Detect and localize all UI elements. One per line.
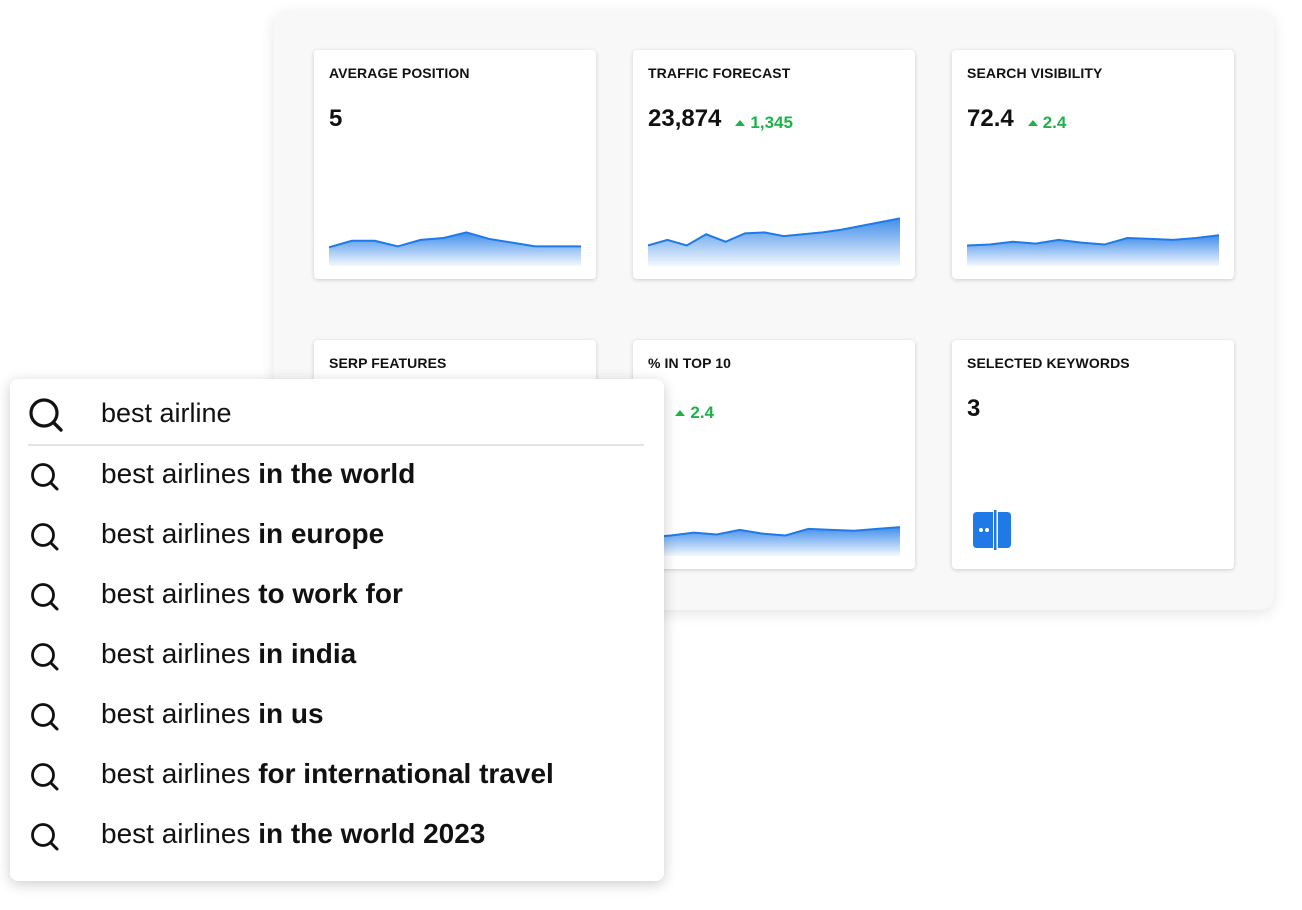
suggestion-prefix: best airlines bbox=[101, 518, 259, 549]
sparkline-area bbox=[648, 527, 900, 556]
suggestion-prefix: best airlines bbox=[101, 458, 259, 489]
card-title: SERP FEATURES bbox=[329, 355, 447, 371]
suggestion-prefix: best airlines bbox=[101, 758, 259, 789]
suggestion-completion: in india bbox=[258, 638, 357, 669]
sparkline-search-visibility bbox=[967, 234, 1219, 266]
card-value-row: 3 bbox=[967, 395, 980, 423]
card-title: TRAFFIC FORECAST bbox=[648, 65, 791, 81]
delta-badge: 2.4 bbox=[675, 403, 714, 423]
search-input-row[interactable]: best airline bbox=[10, 379, 664, 445]
card-value: 72.4 bbox=[967, 105, 1014, 132]
card-value-row: 23,874 1,345 bbox=[648, 105, 793, 133]
card-average-position[interactable]: AVERAGE POSITION 5 bbox=[314, 50, 596, 279]
card-value: 5 bbox=[329, 105, 343, 132]
search-icon bbox=[31, 703, 59, 731]
search-icon bbox=[31, 463, 59, 491]
card-title: SELECTED KEYWORDS bbox=[967, 355, 1130, 371]
search-icon bbox=[31, 763, 59, 791]
suggestion-item[interactable]: best airlines in the world 2023 bbox=[10, 806, 664, 866]
card-value: 3 bbox=[967, 395, 981, 422]
suggestion-prefix: best airlines bbox=[101, 578, 259, 609]
card-title: % IN TOP 10 bbox=[648, 355, 732, 371]
card-value-row: 72.4 2.4 bbox=[967, 105, 1066, 133]
suggestion-completion: in europe bbox=[258, 518, 385, 549]
suggestion-item[interactable]: best airlines to work for bbox=[10, 566, 664, 626]
delta-badge: 2.4 bbox=[1027, 113, 1067, 133]
search-icon bbox=[31, 643, 59, 671]
suggestion-prefix: best airlines bbox=[101, 638, 259, 669]
suggestion-item[interactable]: best airlines in us bbox=[10, 686, 664, 746]
suggestion-completion: in the world 2023 bbox=[258, 818, 486, 849]
keyword-logo-icon bbox=[973, 510, 1011, 550]
card-search-visibility[interactable]: SEARCH VISIBILITY 72.4 2.4 bbox=[952, 50, 1234, 279]
card-title: AVERAGE POSITION bbox=[329, 65, 470, 81]
suggestion-prefix: best airlines bbox=[101, 698, 259, 729]
delta-badge: 1,345 bbox=[735, 113, 793, 133]
sparkline-traffic-forecast bbox=[648, 217, 900, 266]
sparkline-in-top-10 bbox=[648, 526, 900, 556]
arrow-up-icon bbox=[735, 120, 746, 126]
suggestion-item[interactable]: best airlines in europe bbox=[10, 506, 664, 566]
delta-value: 1,345 bbox=[750, 113, 793, 132]
sparkline-area bbox=[329, 232, 581, 266]
search-icon bbox=[31, 523, 59, 551]
suggestion-completion: for international travel bbox=[258, 758, 554, 789]
suggestion-completion: in us bbox=[258, 698, 324, 729]
suggestion-text: best airlines in the world bbox=[101, 458, 415, 490]
card-selected-keywords[interactable]: SELECTED KEYWORDS 3 bbox=[952, 340, 1234, 569]
card-value: 23,874 bbox=[648, 105, 722, 132]
suggestion-text: best airlines for international travel bbox=[101, 758, 554, 790]
delta-value: 2.4 bbox=[690, 403, 714, 422]
suggestion-text: best airlines in india bbox=[101, 638, 356, 670]
search-icon bbox=[29, 398, 63, 432]
suggestion-item[interactable]: best airlines in india bbox=[10, 626, 664, 686]
search-icon bbox=[31, 823, 59, 851]
suggestion-prefix: best airlines bbox=[101, 818, 259, 849]
suggestion-text: best airlines to work for bbox=[101, 578, 403, 610]
suggestion-text: best airlines in europe bbox=[101, 518, 384, 550]
card-in-top-10[interactable]: % IN TOP 10 4 2.4 bbox=[633, 340, 915, 569]
search-autocomplete-dropdown: best airline best airlines in the world … bbox=[10, 379, 664, 881]
arrow-up-icon bbox=[675, 410, 686, 416]
suggestion-item[interactable]: best airlines for international travel bbox=[10, 746, 664, 806]
suggestion-text: best airlines in us bbox=[101, 698, 324, 730]
sparkline-average-position bbox=[329, 231, 581, 266]
search-icon bbox=[31, 583, 59, 611]
suggestion-completion: in the world bbox=[258, 458, 416, 489]
suggestion-text: best airlines in the world 2023 bbox=[101, 818, 485, 850]
card-value-row: 5 bbox=[329, 105, 342, 133]
delta-value: 2.4 bbox=[1042, 113, 1067, 132]
card-traffic-forecast[interactable]: TRAFFIC FORECAST 23,874 1,345 bbox=[633, 50, 915, 279]
arrow-up-icon bbox=[1027, 120, 1038, 126]
suggestion-item[interactable]: best airlines in the world bbox=[10, 446, 664, 506]
search-input[interactable]: best airline bbox=[101, 398, 232, 429]
suggestion-completion: to work for bbox=[258, 578, 403, 609]
card-title: SEARCH VISIBILITY bbox=[967, 65, 1103, 81]
